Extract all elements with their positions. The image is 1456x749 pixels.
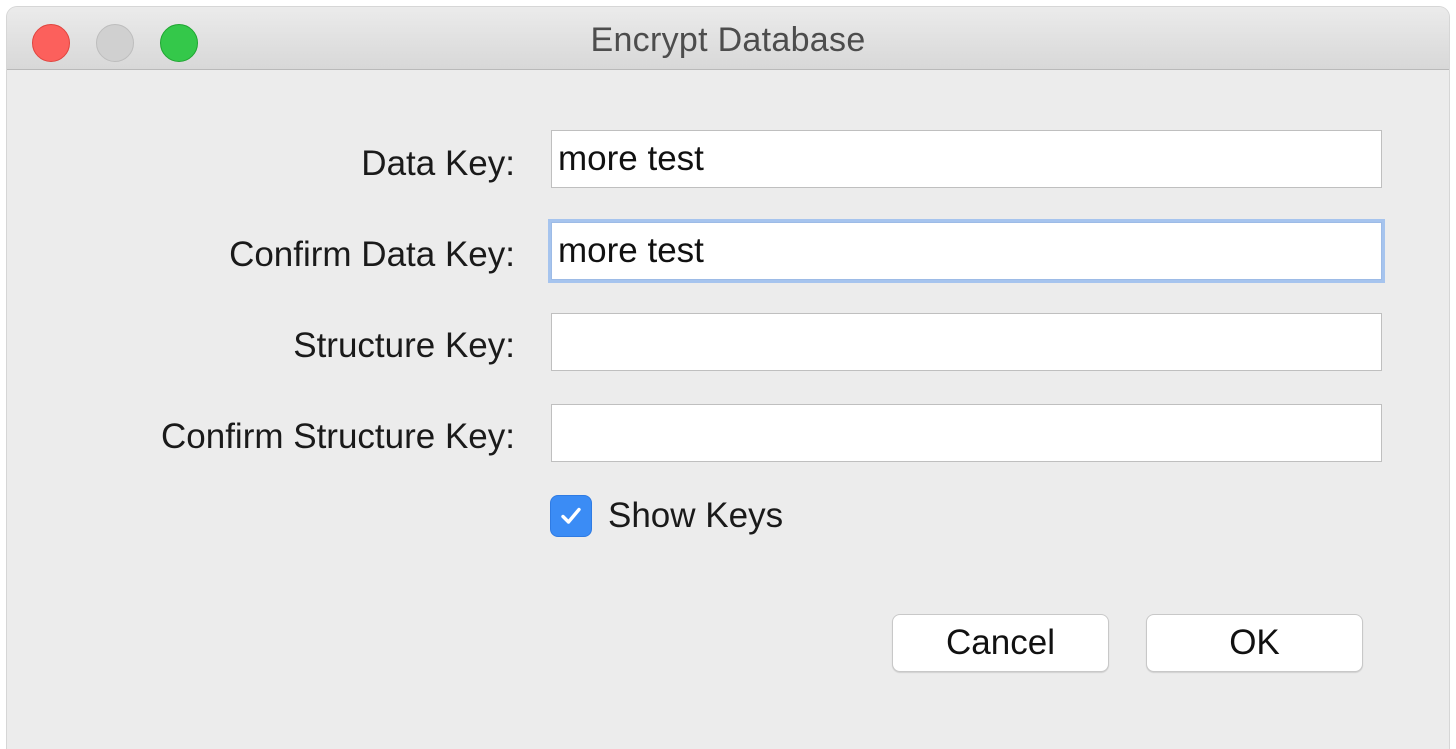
confirm-data-key-label: Confirm Data Key:: [229, 235, 515, 274]
show-keys-checkbox[interactable]: [550, 495, 592, 537]
title-bar[interactable]: Encrypt Database: [7, 7, 1449, 70]
structure-key-field[interactable]: [551, 313, 1382, 371]
window-title: Encrypt Database: [590, 21, 866, 59]
confirm-structure-key-label: Confirm Structure Key:: [161, 417, 515, 456]
confirm-structure-key-field[interactable]: [551, 404, 1382, 462]
checkmark-icon: [561, 507, 581, 524]
ok-button[interactable]: OK: [1146, 614, 1363, 672]
cancel-button[interactable]: Cancel: [892, 614, 1109, 672]
data-key-field[interactable]: [551, 130, 1382, 188]
data-key-label: Data Key:: [361, 144, 515, 183]
confirm-data-key-field[interactable]: [551, 222, 1382, 280]
show-keys-label: Show Keys: [608, 496, 784, 535]
encrypt-database-dialog: Encrypt Database Data Key: Confirm Data …: [7, 7, 1449, 749]
structure-key-label: Structure Key:: [293, 326, 515, 365]
show-keys-option[interactable]: Show Keys: [550, 493, 783, 539]
